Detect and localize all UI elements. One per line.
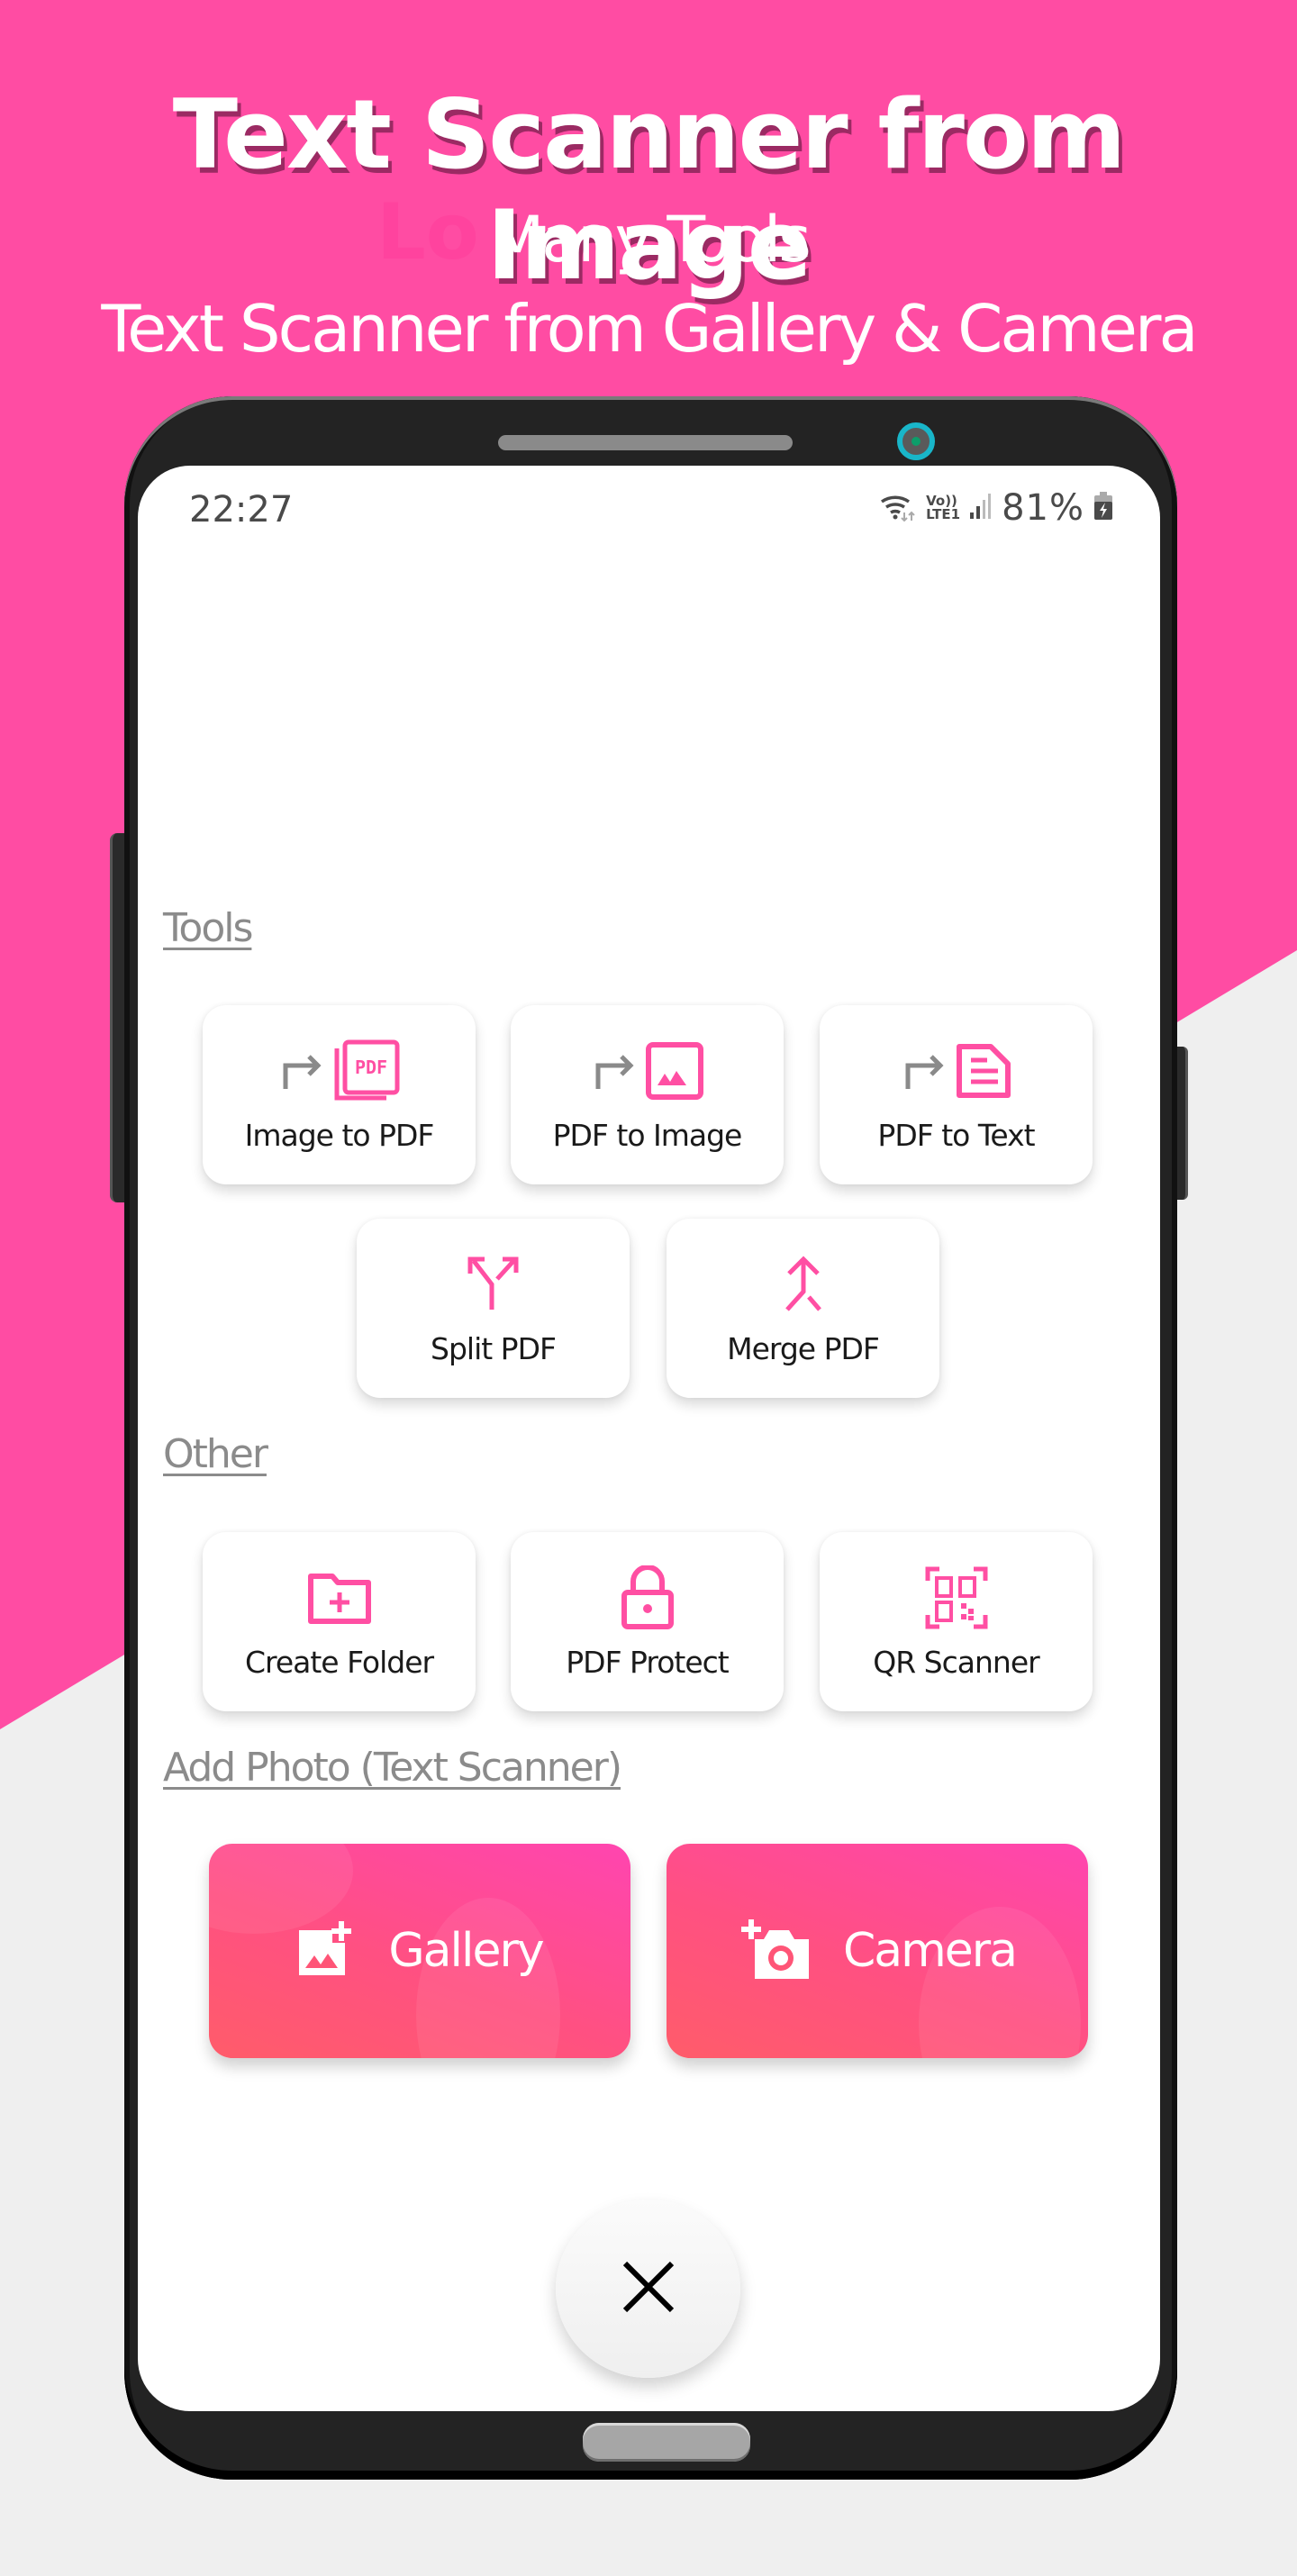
card-label: PDF to Image	[552, 1118, 743, 1153]
decorative-blob	[416, 1898, 560, 2058]
phone-frame: 22:27 Vo)) LTE1 81% Tools PDF Image to P…	[124, 396, 1177, 2480]
tool-merge-pdf[interactable]: Merge PDF	[667, 1219, 939, 1398]
close-button[interactable]	[556, 2200, 740, 2378]
card-label: PDF to Text	[877, 1118, 1035, 1153]
qr-scanner-icon	[925, 1564, 988, 1632]
section-heading-add-photo: Add Photo (Text Scanner)	[163, 1745, 622, 1791]
network-type: Vo)) LTE1	[926, 494, 960, 522]
image-to-pdf-icon: PDF	[278, 1037, 401, 1105]
wifi-icon	[879, 491, 917, 526]
promo-subtitle-many-tools: Many Tools	[490, 203, 812, 277]
battery-percent: 81%	[1002, 487, 1084, 529]
card-label: Image to PDF	[244, 1118, 435, 1153]
add-camera-icon	[739, 1918, 811, 1985]
battery-charging-icon	[1093, 491, 1113, 525]
camera-button[interactable]: Camera	[667, 1844, 1088, 2058]
section-heading-other: Other	[163, 1431, 268, 1477]
signal-icon	[969, 493, 993, 524]
svg-text:PDF: PDF	[354, 1057, 386, 1078]
lock-icon	[621, 1564, 675, 1632]
tool-image-to-pdf[interactable]: PDF Image to PDF	[203, 1005, 476, 1184]
card-label: Merge PDF	[727, 1331, 880, 1366]
split-icon	[465, 1250, 522, 1319]
app-screen: 22:27 Vo)) LTE1 81% Tools PDF Image to P…	[138, 466, 1160, 2411]
card-label: Create Folder	[244, 1645, 434, 1680]
card-label: PDF Protect	[566, 1645, 729, 1680]
other-pdf-protect[interactable]: PDF Protect	[511, 1532, 784, 1711]
tool-split-pdf[interactable]: Split PDF	[357, 1219, 630, 1398]
tool-pdf-to-text[interactable]: PDF to Text	[820, 1005, 1093, 1184]
phone-power-button	[1175, 1047, 1188, 1200]
home-button[interactable]	[583, 2423, 750, 2462]
phone-speaker	[498, 435, 793, 450]
merge-icon	[780, 1250, 827, 1319]
promo-subtitle-scanner: Text Scanner from Gallery & Camera	[101, 291, 1198, 367]
create-folder-icon	[307, 1564, 372, 1632]
pdf-to-image-icon	[591, 1037, 704, 1105]
card-label: QR Scanner	[873, 1645, 1039, 1680]
add-photo-icon	[296, 1919, 356, 1983]
status-time: 22:27	[189, 489, 294, 531]
card-label: Split PDF	[431, 1331, 557, 1366]
pdf-to-text-icon	[901, 1037, 1012, 1105]
lte-label: LTE1	[926, 506, 961, 522]
promo-ghost-text: Lo	[376, 187, 479, 277]
other-qr-scanner[interactable]: QR Scanner	[820, 1532, 1093, 1711]
tool-pdf-to-image[interactable]: PDF to Image	[511, 1005, 784, 1184]
other-create-folder[interactable]: Create Folder	[203, 1532, 476, 1711]
gallery-button[interactable]: Gallery	[209, 1844, 630, 2058]
front-camera	[897, 422, 935, 460]
camera-label: Camera	[842, 1924, 1018, 1978]
section-heading-tools: Tools	[163, 905, 253, 951]
close-icon	[620, 2258, 677, 2320]
status-icons: Vo)) LTE1 81%	[879, 487, 1113, 529]
gallery-label: Gallery	[388, 1924, 544, 1978]
